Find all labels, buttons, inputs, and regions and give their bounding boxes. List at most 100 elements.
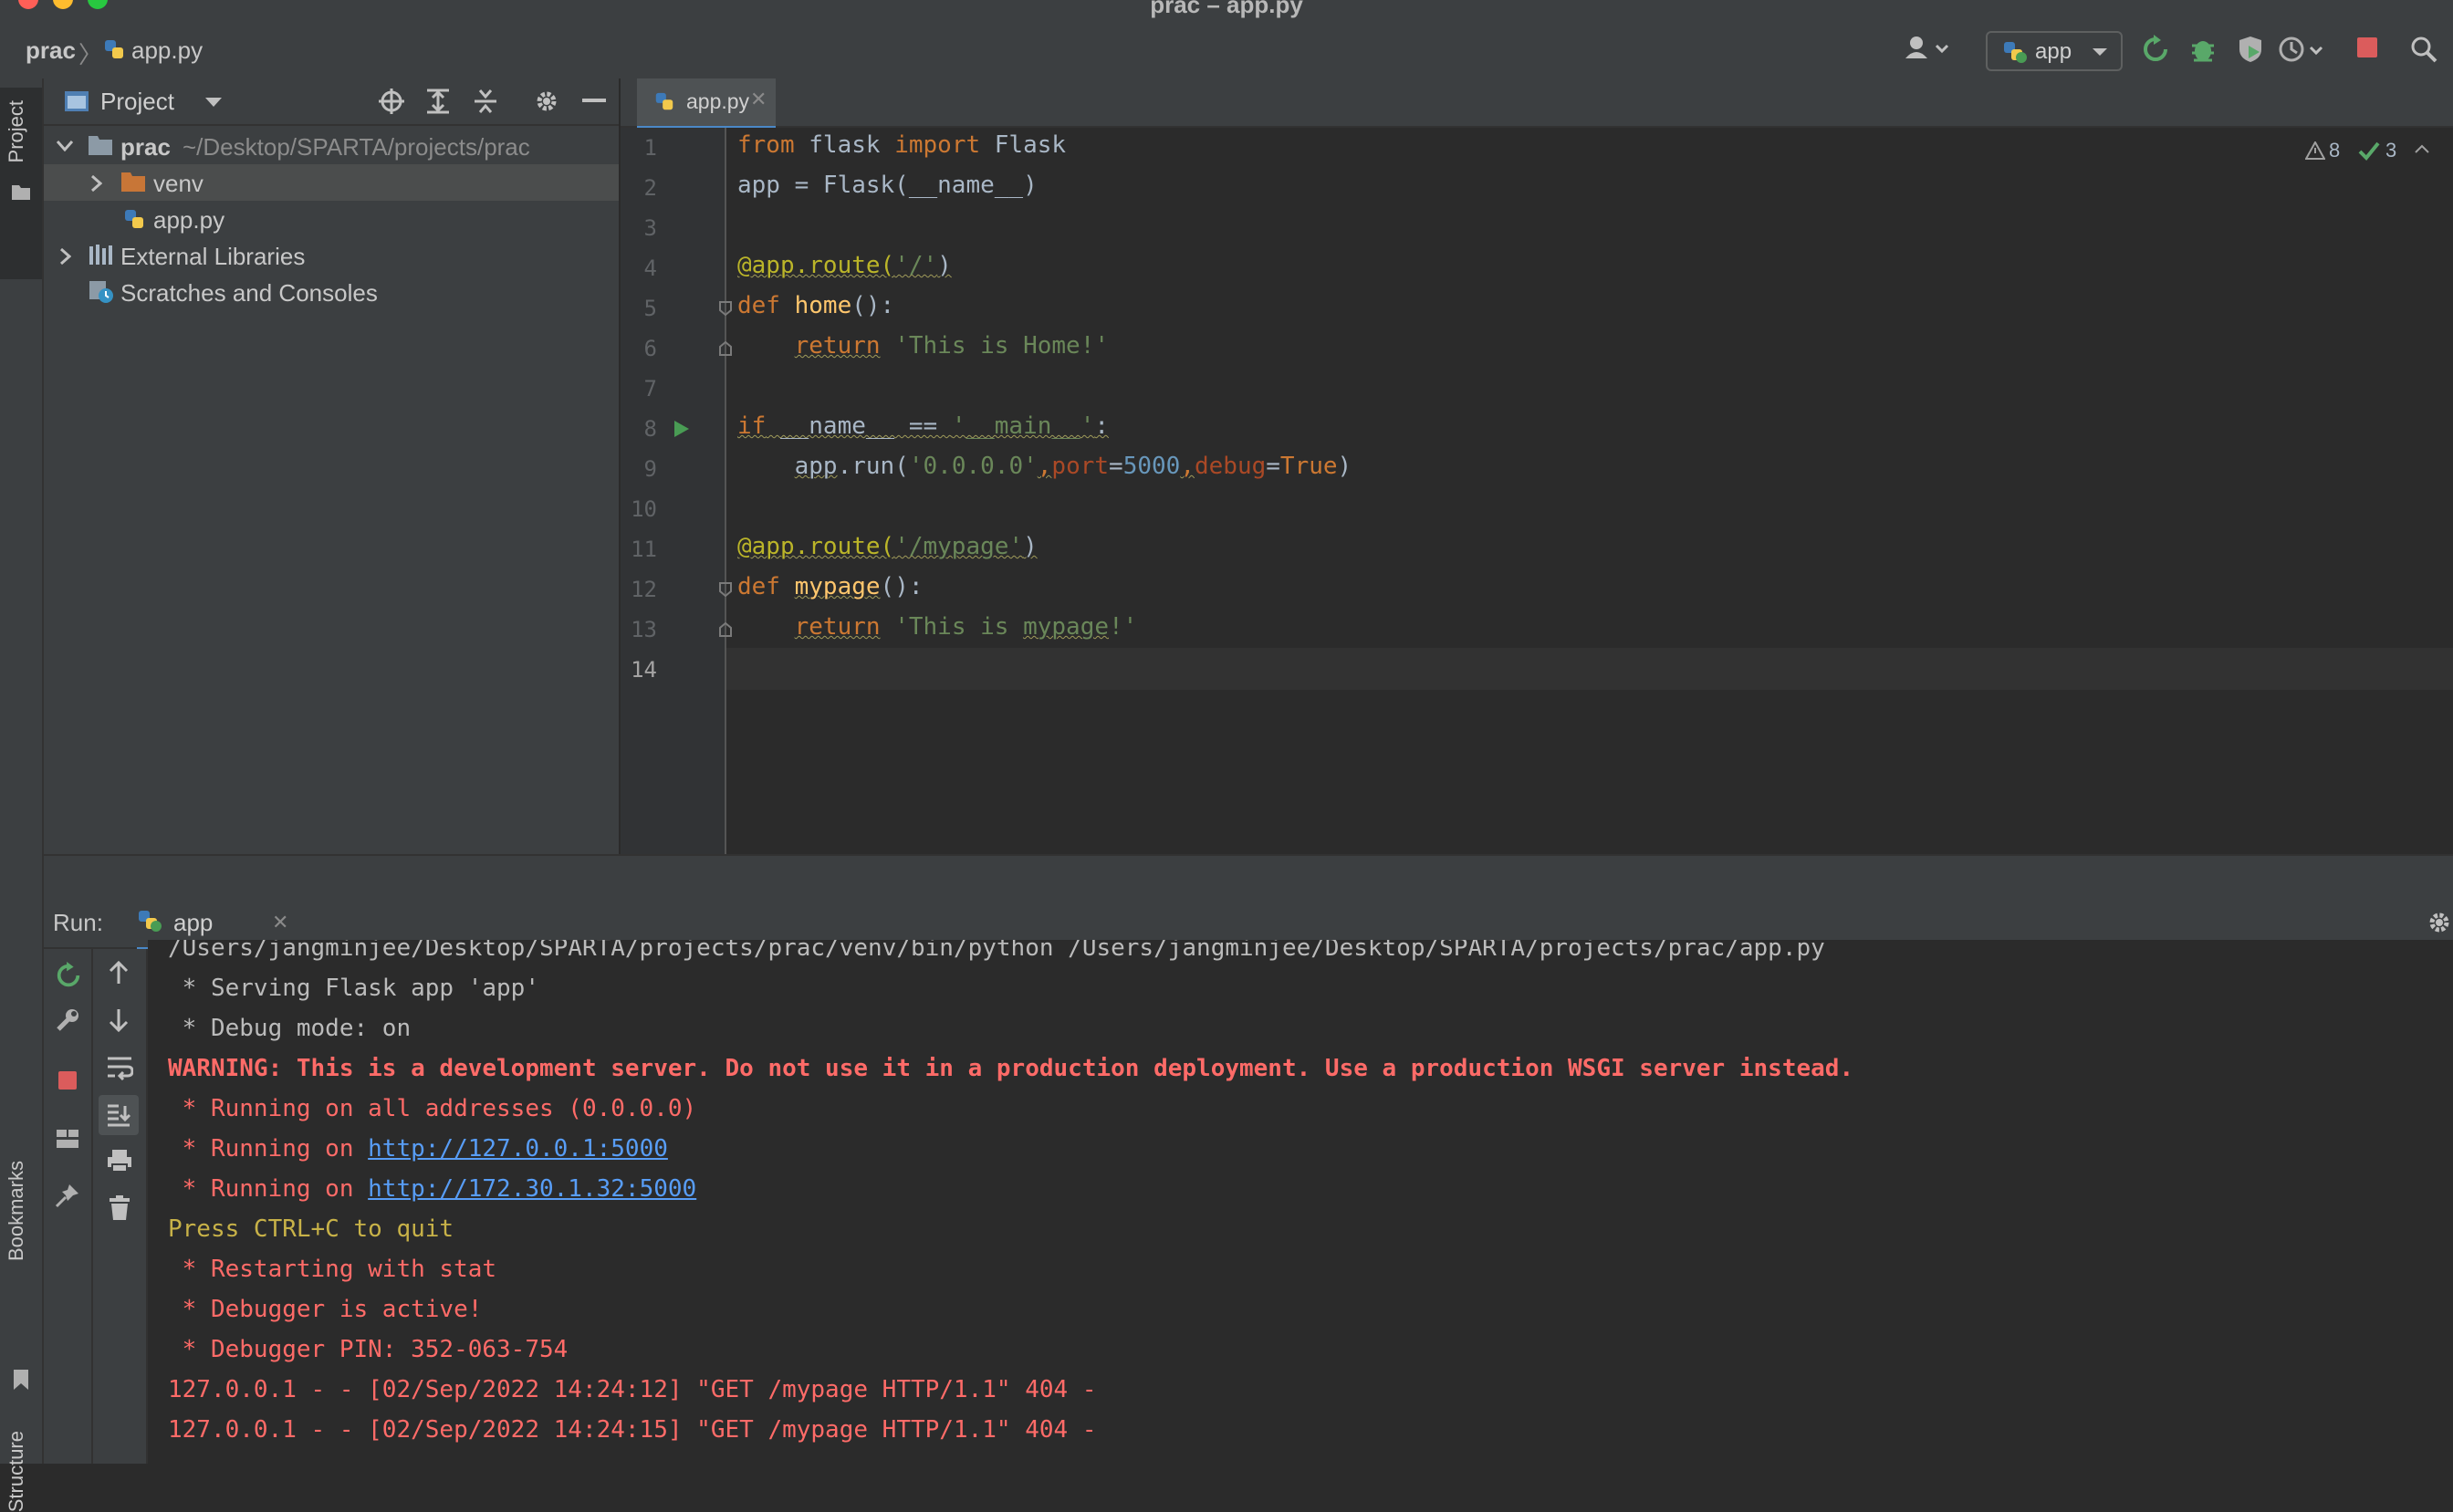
scroll-to-end-button[interactable]	[99, 1095, 139, 1135]
tree-item-external-libraries[interactable]: External Libraries	[44, 237, 619, 274]
tree-item-label: app.py	[153, 206, 225, 234]
trash-icon[interactable]	[108, 1195, 131, 1221]
rerun-icon[interactable]	[55, 962, 82, 989]
tree-item-app-py[interactable]: app.py	[44, 201, 619, 237]
run-configuration-dropdown[interactable]: app	[1986, 31, 2123, 71]
current-line-highlight	[726, 648, 2453, 690]
line-number: 6	[643, 336, 657, 361]
window-title: prac – app.py	[1150, 0, 1303, 18]
project-tool-tab[interactable]: Project	[0, 88, 42, 279]
code-editor[interactable]: 1 2 3 4 5 6 7 8 9 10 11 12 13 14 from fl…	[621, 128, 2453, 854]
fold-icon[interactable]	[719, 301, 732, 316]
structure-tool-tab[interactable]: Structure	[0, 1352, 42, 1512]
folder-icon	[120, 170, 146, 193]
line-number: 2	[643, 175, 657, 201]
panel-divider[interactable]	[44, 854, 2453, 898]
fold-icon[interactable]	[719, 622, 732, 637]
code-line: from flask import Flask	[737, 131, 1067, 159]
run-panel-title: Run:	[53, 909, 103, 936]
profile-icon[interactable]	[2278, 35, 2329, 64]
project-view-selector[interactable]: Project	[100, 88, 174, 116]
tree-item-label: venv	[153, 170, 204, 197]
gear-icon[interactable]	[2426, 909, 2453, 936]
run-tab-label: app	[173, 909, 214, 936]
console-text: * Running on	[168, 1175, 369, 1203]
chevron-right-icon[interactable]	[60, 248, 71, 265]
project-view-icon	[64, 89, 89, 113]
console-log-line: 127.0.0.1 - - [02/Sep/2022 14:24:15] "GE…	[168, 1416, 1097, 1444]
soft-wrap-icon[interactable]	[106, 1055, 133, 1080]
close-icon[interactable]: ✕	[272, 911, 288, 934]
console-link[interactable]: http://172.30.1.32:5000	[368, 1175, 696, 1203]
check-icon	[2358, 141, 2380, 161]
project-panel-header: Project	[44, 78, 619, 126]
title-bar: prac – app.py prac 〉 app.py app	[0, 0, 2453, 80]
console-line: * Restarting with stat	[168, 1256, 497, 1283]
layout-icon[interactable]	[55, 1128, 80, 1150]
console-line: * Debugger is active!	[168, 1296, 483, 1323]
chevron-down-icon[interactable]	[204, 97, 223, 108]
fold-icon[interactable]	[719, 341, 732, 356]
arrow-up-icon[interactable]	[108, 960, 130, 985]
chevron-right-icon[interactable]	[91, 175, 102, 192]
code-line: app.run('0.0.0.0',port=5000,debug=True)	[794, 453, 1352, 480]
tree-item-scratches[interactable]: Scratches and Consoles	[44, 274, 619, 310]
tree-item-path: ~/Desktop/SPARTA/projects/prac	[183, 133, 530, 161]
console-line: * Serving Flask app 'app'	[168, 975, 539, 1002]
fold-icon[interactable]	[719, 582, 732, 597]
gear-icon[interactable]	[533, 88, 560, 115]
console-line: * Debug mode: on	[168, 1015, 412, 1042]
run-gutter-icon[interactable]	[673, 420, 690, 438]
tree-item-label: Scratches and Consoles	[120, 279, 378, 307]
search-icon[interactable]	[2409, 35, 2438, 64]
folder-icon	[11, 182, 31, 201]
console-text: * Running on	[168, 1135, 369, 1163]
tree-item-venv[interactable]: venv	[44, 164, 619, 201]
project-tool-label: Project	[5, 100, 27, 163]
ok-count: 3	[2385, 139, 2397, 162]
line-number: 1	[643, 135, 657, 161]
tab-app-py[interactable]: app.py ✕	[637, 78, 776, 130]
console-line: * Running on http://127.0.0.1:5000	[168, 1135, 668, 1163]
stop-icon[interactable]	[57, 1069, 78, 1091]
code-line: @app.route('/')	[737, 252, 952, 279]
console-link[interactable]: http://127.0.0.1:5000	[368, 1135, 668, 1163]
chevron-down-icon[interactable]	[57, 141, 73, 151]
wrench-icon[interactable]	[55, 1007, 80, 1033]
python-file-icon	[122, 208, 146, 232]
rerun-icon[interactable]	[2141, 35, 2170, 64]
run-with-coverage-icon[interactable]	[2236, 35, 2265, 64]
library-icon	[88, 243, 113, 266]
chevron-up-icon[interactable]	[2415, 144, 2429, 153]
pin-icon[interactable]	[55, 1183, 80, 1208]
python-run-icon	[137, 909, 162, 933]
console-line: /Users/jangminjee/Desktop/SPARTA/project…	[168, 940, 1825, 962]
warnings-count: 8	[2329, 139, 2341, 162]
breadcrumb-project[interactable]: prac	[26, 36, 76, 65]
tree-item-prac[interactable]: prac ~/Desktop/SPARTA/projects/prac	[44, 128, 619, 164]
console-log-line: 127.0.0.1 - - [02/Sep/2022 14:24:12] "GE…	[168, 1376, 1097, 1403]
chevron-down-icon	[2092, 47, 2108, 57]
user-account-icon[interactable]	[1904, 35, 1955, 62]
run-console[interactable]: /Users/jangminjee/Desktop/SPARTA/project…	[148, 940, 2453, 1464]
debug-bug-icon[interactable]	[2188, 35, 2218, 64]
collapse-all-icon[interactable]	[473, 88, 498, 115]
structure-tool-label: Structure	[5, 1431, 27, 1512]
select-opened-file-icon[interactable]	[378, 88, 405, 115]
breadcrumb-file[interactable]: app.py	[131, 36, 203, 65]
code-line: return 'This is mypage!'	[794, 613, 1138, 641]
python-run-icon	[2002, 40, 2028, 64]
stop-icon[interactable]	[2354, 35, 2380, 60]
arrow-down-icon[interactable]	[108, 1007, 130, 1033]
close-icon[interactable]: ✕	[750, 88, 767, 111]
print-icon[interactable]	[106, 1148, 133, 1173]
hide-panel-icon[interactable]	[582, 99, 606, 104]
expand-all-icon[interactable]	[425, 88, 451, 115]
line-number: 13	[631, 617, 657, 642]
line-number: 11	[631, 537, 657, 562]
inspection-widget[interactable]: 8 3	[2305, 137, 2433, 166]
scratches-icon	[88, 279, 115, 305]
console-line: * Running on http://172.30.1.32:5000	[168, 1175, 697, 1203]
console-line: * Debugger PIN: 352-063-754	[168, 1336, 569, 1363]
code-line: if __name__ == '__main__':	[737, 412, 1110, 440]
